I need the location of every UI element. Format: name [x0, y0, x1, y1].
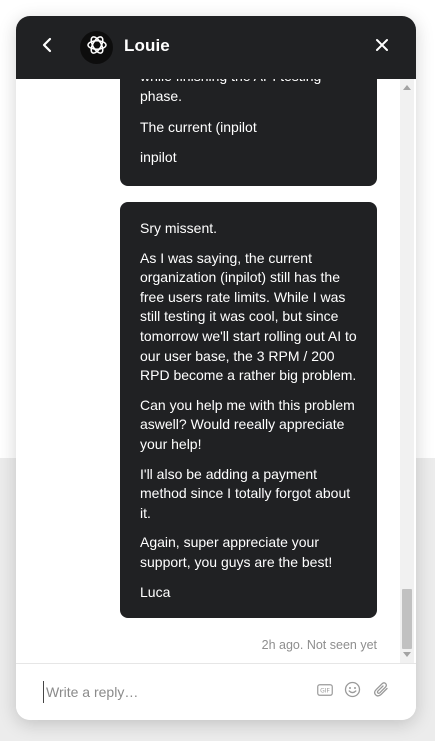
avatar — [80, 31, 113, 64]
message-list[interactable]: while finishing the API testing phase. T… — [16, 79, 400, 663]
message-scrollbar[interactable] — [400, 79, 414, 663]
message-bubble: while finishing the API testing phase. T… — [120, 79, 377, 186]
chat-header: Louie — [16, 16, 416, 79]
back-button[interactable] — [36, 36, 58, 58]
attach-button[interactable] — [372, 681, 390, 703]
reply-composer: GIF — [16, 663, 416, 720]
message-bubble: Sry missent. As I was saying, the curren… — [120, 202, 377, 618]
scroll-up-arrow-icon[interactable] — [403, 85, 411, 90]
message-paragraph: Can you help me with this problem aswell… — [140, 396, 355, 452]
emoji-icon — [344, 681, 361, 703]
reply-input[interactable] — [43, 681, 296, 703]
message-status: 2h ago. Not seen yet — [261, 638, 377, 652]
message-paragraph: As I was saying, the current organizatio… — [140, 249, 357, 384]
openai-logo-icon — [85, 33, 109, 62]
close-icon — [375, 38, 389, 57]
message-signature: Luca — [140, 583, 171, 600]
message-paragraph: Again, super appreciate your support, yo… — [140, 534, 333, 570]
scroll-down-arrow-icon[interactable] — [403, 652, 411, 657]
close-button[interactable] — [372, 37, 392, 57]
emoji-button[interactable] — [343, 681, 361, 703]
chevron-left-icon — [40, 37, 54, 58]
message-paragraph: I'll also be adding a payment method sin… — [140, 465, 351, 521]
message-text: while finishing the API testing phase. — [140, 79, 321, 104]
gif-icon: GIF — [317, 683, 333, 701]
message-text: The current (inpilot — [140, 119, 257, 135]
chat-widget: Louie while finishing the API testing ph… — [16, 16, 416, 720]
paperclip-icon — [373, 681, 390, 703]
scroll-thumb[interactable] — [402, 589, 412, 649]
message-text: inpilot — [140, 149, 177, 165]
svg-text:GIF: GIF — [320, 688, 330, 695]
chat-title: Louie — [124, 36, 170, 55]
gif-button[interactable]: GIF — [316, 683, 334, 701]
message-paragraph: Sry missent. — [140, 220, 218, 236]
